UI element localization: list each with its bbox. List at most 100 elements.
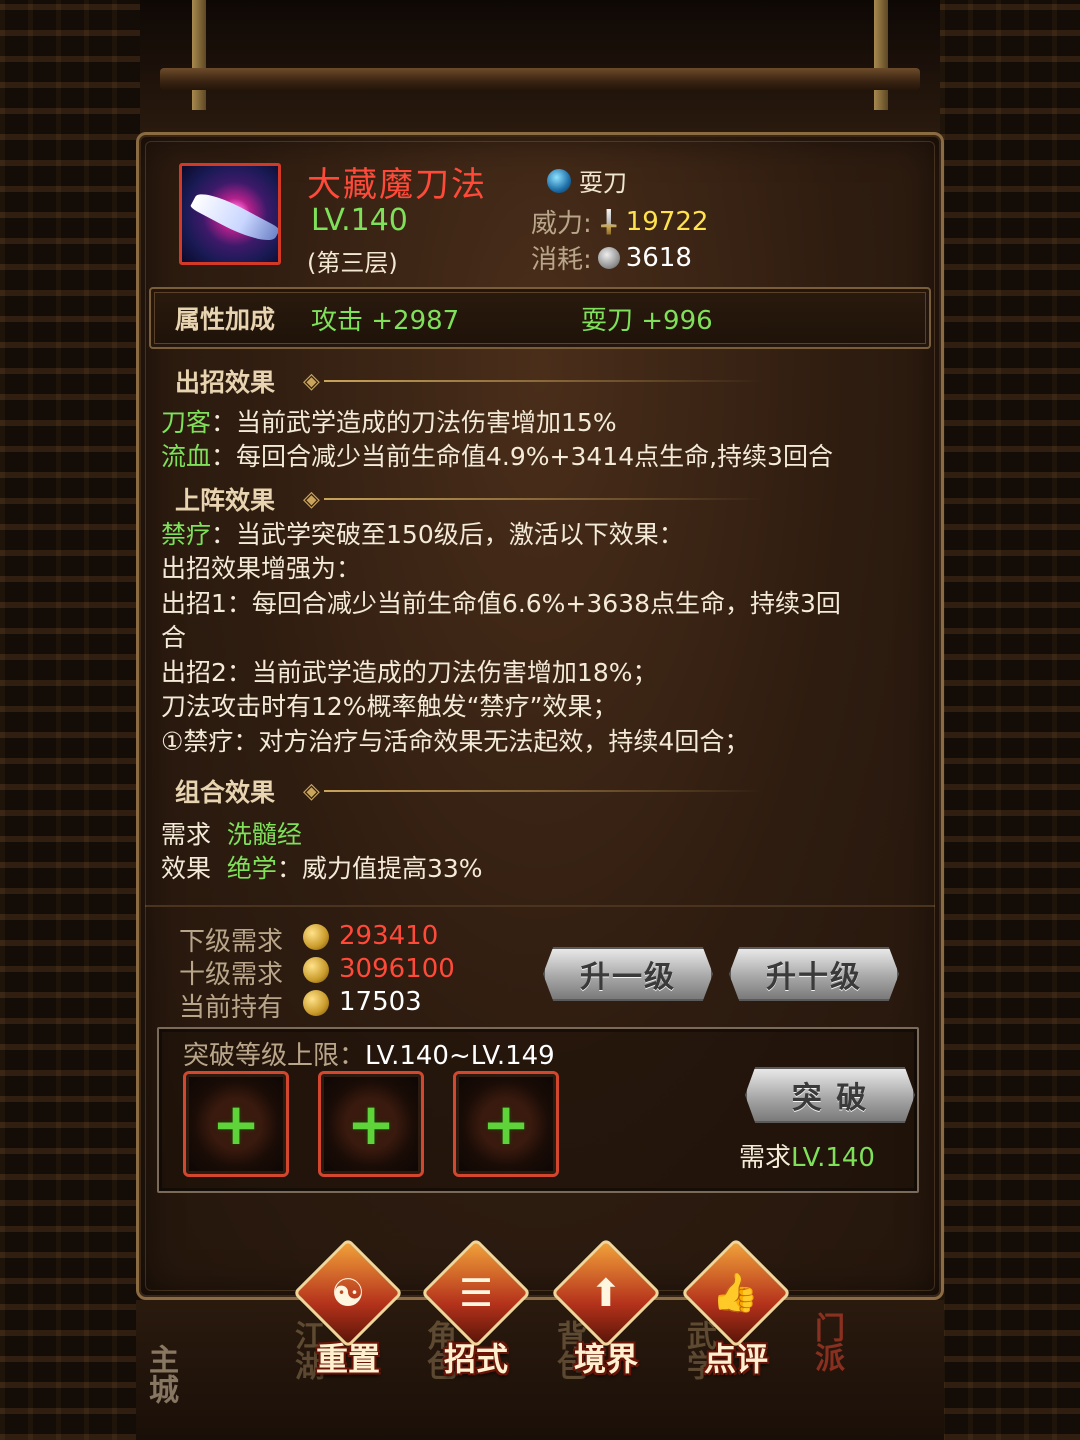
level-up-one-button[interactable]: 升一级 xyxy=(543,947,713,1001)
attribute-bonus-bar: 属性加成 攻击 +2987 耍刀 +996 xyxy=(149,287,931,349)
deploy-effect-line: 合 xyxy=(161,623,187,652)
skill-layer: (第三层) xyxy=(307,249,398,277)
attack-effect-header: 出招效果 ◈ xyxy=(175,363,764,399)
breakthrough-label: 突破等级上限： xyxy=(183,1041,366,1071)
taiji-coin-icon xyxy=(303,957,329,983)
power-label: 威力: xyxy=(531,209,592,239)
silver-coin-icon xyxy=(597,246,620,269)
cost-value: 3618 xyxy=(625,242,692,273)
ten-level-req-label: 十级需求 xyxy=(179,960,284,990)
weapon-type-label: 耍刀 xyxy=(579,169,627,197)
attribute-attack: 攻击 +2987 xyxy=(311,305,460,336)
review-badge: 👍 xyxy=(680,1237,792,1349)
breakthrough-slot-2[interactable]: + xyxy=(318,1071,424,1177)
thumbs-up-icon: 👍 xyxy=(712,1270,760,1315)
effect-tag: 刀客 xyxy=(161,408,212,437)
combo-requirement: 需求 洗髓经 xyxy=(161,815,302,851)
diamond-arrow-icon: ◈ xyxy=(303,778,320,804)
combo-effect-header: 组合效果 ◈ xyxy=(175,773,764,809)
scroll-rod xyxy=(160,68,920,90)
deploy-effect-line: 出招1：每回合减少当前生命值6.6%+3638点生命，持续3回 xyxy=(161,589,841,618)
scroll-pole-right xyxy=(874,0,888,110)
review-button[interactable]: 👍 点评 xyxy=(680,1237,792,1380)
next-level-req-value: 293410 xyxy=(339,921,439,951)
background-right-ornament xyxy=(940,0,1080,1440)
attack-effect-title: 出招效果 xyxy=(175,368,276,397)
breakthrough-slot-1[interactable]: + xyxy=(183,1071,289,1177)
cost-stat: 消耗: 3618 xyxy=(531,239,692,276)
divider xyxy=(145,905,935,907)
power-stat: 威力: 19722 xyxy=(531,203,708,240)
skill-icon xyxy=(179,163,281,265)
nav-main-city[interactable]: 主城 xyxy=(138,1344,182,1404)
section-divider xyxy=(323,790,764,792)
breakthrough-req-value: LV.140 xyxy=(791,1143,875,1173)
skill-name: 大藏魔刀法 xyxy=(307,165,487,205)
effect-text: ：每回合减少当前生命值4.9%+3414点生命,持续3回合 xyxy=(211,442,833,471)
deploy-effect-line: 禁疗：当武学突破至150级后，激活以下效果： xyxy=(161,515,684,551)
attribute-bonus-title: 属性加成 xyxy=(175,305,276,334)
deploy-effect-title: 上阵效果 xyxy=(175,486,276,515)
plus-icon: + xyxy=(481,1090,531,1158)
reset-badge: ☯ xyxy=(292,1237,404,1349)
combo-effect-label: 效果 xyxy=(161,854,212,883)
scroll-icon: ☰ xyxy=(458,1270,494,1315)
power-value: 19722 xyxy=(625,206,709,237)
background-left-ornament xyxy=(0,0,140,1440)
skill-detail-panel: 大藏魔刀法 LV.140 (第三层) 耍刀 威力: 19722 消耗: 3618… xyxy=(136,132,944,1300)
scroll-pole-left xyxy=(192,0,206,110)
diamond-arrow-icon: ◈ xyxy=(303,368,320,394)
combo-req-value: 洗髓经 xyxy=(226,820,302,849)
current-held-value: 17503 xyxy=(339,987,422,1017)
arrow-up-icon: ⬆ xyxy=(590,1271,622,1315)
attack-effect-line: 流血：每回合减少当前生命值4.9%+3414点生命,持续3回合 xyxy=(161,437,833,473)
combo-req-label: 需求 xyxy=(161,820,212,849)
combo-effect: 效果 绝学：威力值提高33% xyxy=(161,849,483,885)
blade-vortex-icon xyxy=(189,186,278,250)
moves-badge: ☰ xyxy=(420,1237,532,1349)
weapon-type: 耍刀 xyxy=(547,163,627,198)
deploy-effect-line: 出招2：当前武学造成的刀法伤害增加18%； xyxy=(161,658,658,687)
effect-text: ：威力值提高33% xyxy=(276,854,483,883)
moves-button[interactable]: ☰ 招式 xyxy=(420,1237,532,1380)
taiji-coin-icon xyxy=(303,924,329,950)
breakthrough-box: 突破等级上限：LV.140~LV.149 + + + 突 破 需求LV.140 xyxy=(157,1027,919,1193)
attack-effect-line: 刀客：当前武学造成的刀法伤害增加15% xyxy=(161,403,617,439)
ten-level-req-value: 3096100 xyxy=(339,954,455,984)
breakthrough-slot-3[interactable]: + xyxy=(453,1071,559,1177)
reset-button[interactable]: ☯ 重置 xyxy=(292,1237,404,1380)
deploy-effect-header: 上阵效果 ◈ xyxy=(175,481,764,517)
effect-text: ：当武学突破至150级后，激活以下效果： xyxy=(211,520,684,549)
breakthrough-requirement: 需求LV.140 xyxy=(739,1137,875,1174)
effect-tag: 禁疗 xyxy=(161,520,212,549)
breakthrough-req-label: 需求 xyxy=(739,1143,792,1173)
gem-icon xyxy=(547,168,571,193)
current-held-label: 当前持有 xyxy=(179,993,284,1023)
sword-icon xyxy=(601,208,617,235)
breakthrough-button[interactable]: 突 破 xyxy=(745,1067,915,1123)
realm-badge: ⬆ xyxy=(550,1237,662,1349)
plus-icon: + xyxy=(346,1090,396,1158)
section-divider xyxy=(323,380,764,382)
taiji-coin-icon xyxy=(303,990,329,1016)
reset-icon: ☯ xyxy=(330,1270,366,1315)
deploy-effect-line: ①禁疗：对方治疗与活命效果无法起效，持续4回合； xyxy=(161,727,750,756)
next-level-req-label: 下级需求 xyxy=(179,927,284,957)
plus-icon: + xyxy=(211,1090,261,1158)
level-up-ten-button[interactable]: 升十级 xyxy=(729,947,899,1001)
effect-text: ：当前武学造成的刀法伤害增加15% xyxy=(211,408,617,437)
effect-tag: 流血 xyxy=(161,442,212,471)
realm-button[interactable]: ⬆ 境界 xyxy=(550,1237,662,1380)
bottom-nav: 主城 江湖 角色 背包 武学 门派 xyxy=(136,1300,944,1440)
attribute-blade: 耍刀 +996 xyxy=(581,305,713,336)
cost-label: 消耗: xyxy=(531,245,592,275)
diamond-arrow-icon: ◈ xyxy=(303,486,320,512)
skill-level: LV.140 xyxy=(311,203,408,238)
breakthrough-range: LV.140~LV.149 xyxy=(365,1041,555,1071)
effect-tag: 绝学 xyxy=(226,854,277,883)
combo-effect-title: 组合效果 xyxy=(175,778,276,807)
deploy-effect-line: 刀法攻击时有12%概率触发“禁疗”效果； xyxy=(161,692,618,721)
section-divider xyxy=(323,498,764,500)
nav-sect[interactable]: 门派 xyxy=(804,1312,848,1372)
deploy-effect-line: 出招效果增强为： xyxy=(161,554,362,583)
